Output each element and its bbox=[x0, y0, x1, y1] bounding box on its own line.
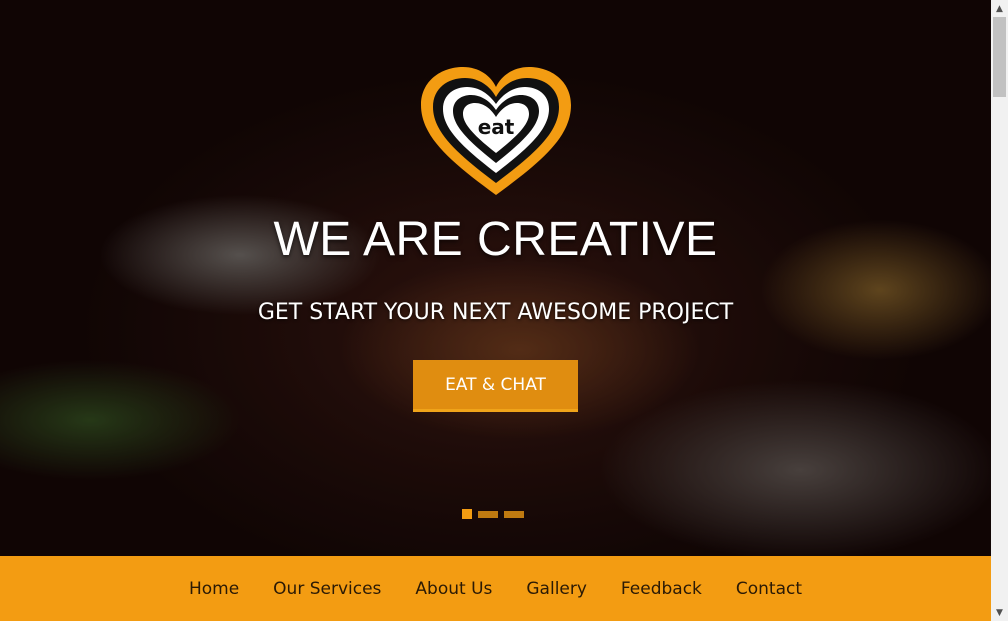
nav-item-contact[interactable]: Contact bbox=[736, 579, 802, 599]
scrollbar-thumb[interactable] bbox=[993, 17, 1006, 97]
carousel-dot-1[interactable] bbox=[462, 509, 472, 519]
hero-subheadline: GET START YOUR NEXT AWESOME PROJECT bbox=[257, 300, 734, 325]
hero-headline: WE ARE CREATIVE bbox=[273, 213, 718, 266]
heart-logo-icon[interactable]: eat bbox=[421, 67, 571, 199]
nav-item-about-us[interactable]: About Us bbox=[415, 579, 492, 599]
nav-item-feedback[interactable]: Feedback bbox=[621, 579, 702, 599]
nav-item-our-services[interactable]: Our Services bbox=[273, 579, 381, 599]
eat-and-chat-button[interactable]: EAT & CHAT bbox=[413, 360, 578, 412]
carousel-indicators bbox=[462, 509, 524, 519]
carousel-dot-3[interactable] bbox=[504, 510, 524, 518]
nav-item-gallery[interactable]: Gallery bbox=[526, 579, 587, 599]
triangle-up-icon[interactable]: ▲ bbox=[991, 0, 1008, 17]
main-navigation: Home Our Services About Us Gallery Feedb… bbox=[0, 556, 991, 621]
nav-item-home[interactable]: Home bbox=[189, 579, 239, 599]
logo-text: eat bbox=[478, 115, 515, 139]
hero-banner: eat WE ARE CREATIVE GET START YOUR NEXT … bbox=[0, 0, 991, 556]
triangle-down-icon[interactable]: ▼ bbox=[991, 604, 1008, 621]
vertical-scrollbar[interactable]: ▲ ▼ bbox=[991, 0, 1008, 621]
carousel-dot-2[interactable] bbox=[478, 510, 498, 518]
